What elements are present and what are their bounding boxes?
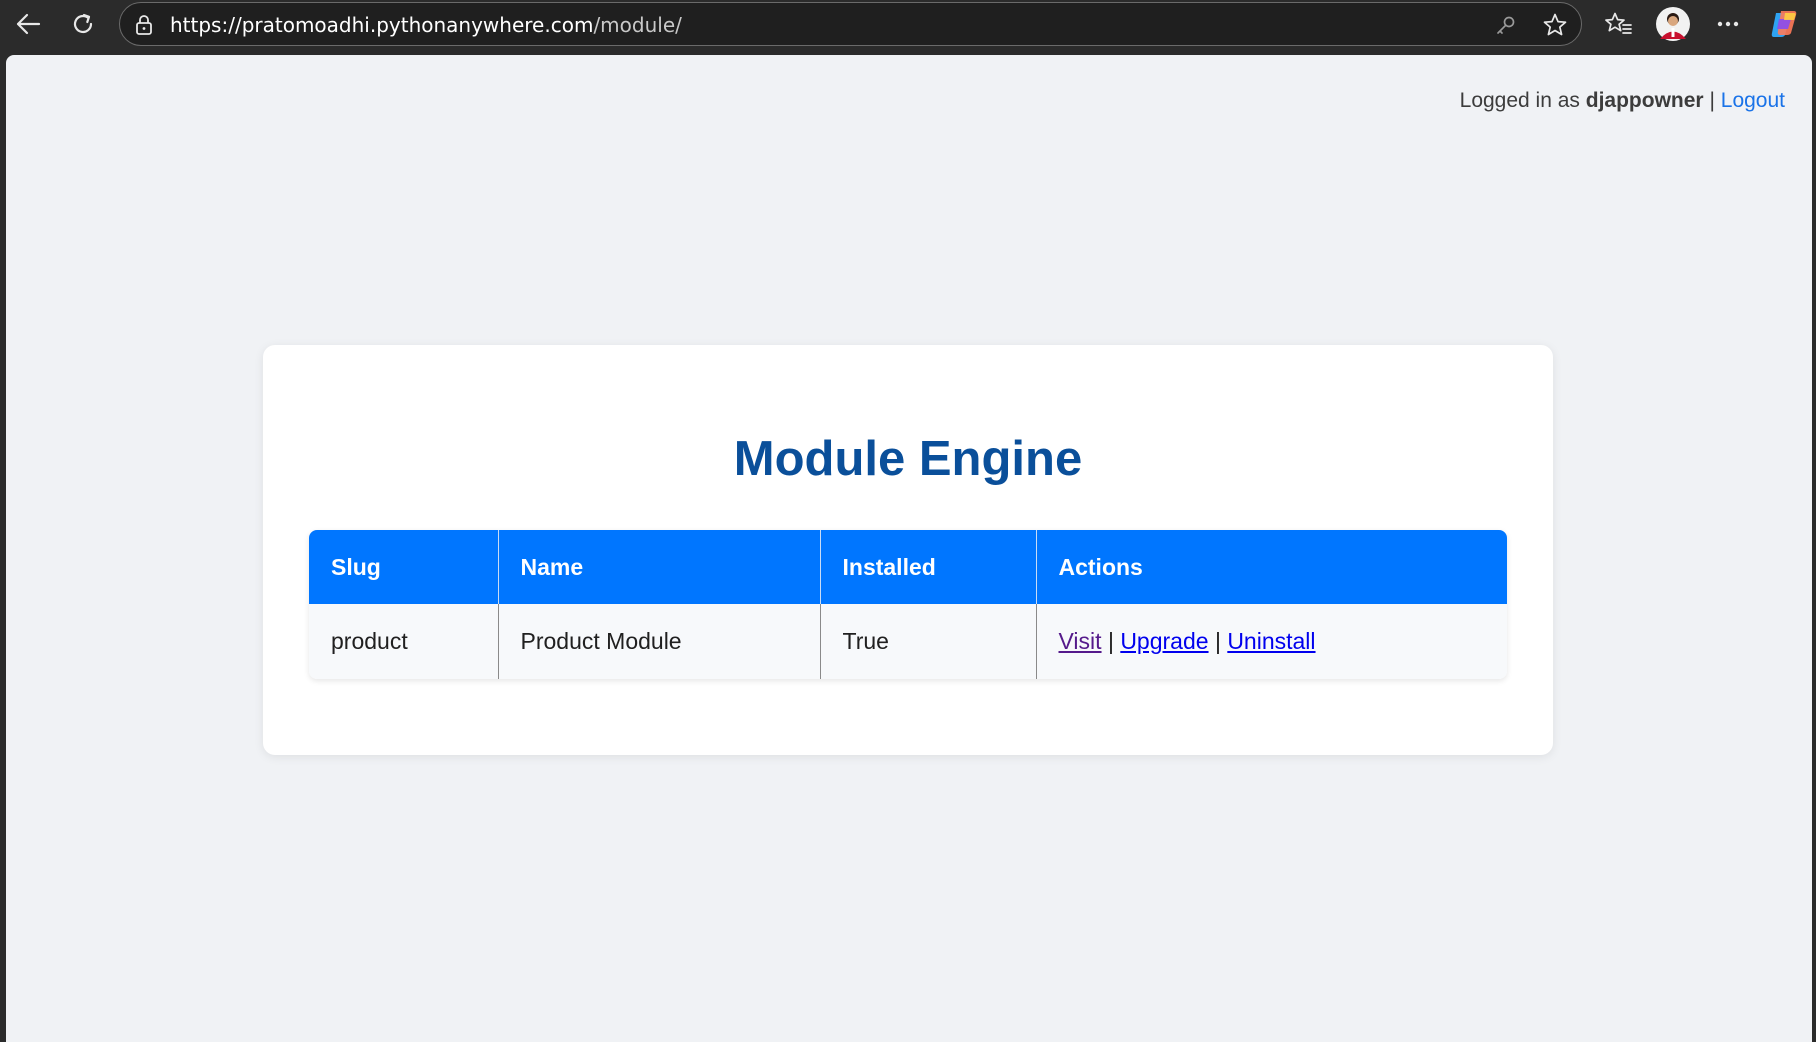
action-separator: | xyxy=(1107,628,1114,654)
table-header-row: Slug Name Installed Actions xyxy=(309,530,1507,604)
page-title: Module Engine xyxy=(733,432,1083,486)
profile-avatar[interactable] xyxy=(1653,4,1693,44)
star-icon[interactable] xyxy=(1542,12,1568,43)
column-header-slug: Slug xyxy=(309,530,499,604)
cell-slug: product xyxy=(309,604,499,679)
separator: | xyxy=(1709,89,1715,112)
address-bar[interactable]: https://pratomoadhi.pythonanywhere.com/m… xyxy=(119,2,1582,46)
lock-icon[interactable] xyxy=(134,14,154,41)
favorites-icon[interactable] xyxy=(1599,4,1639,44)
table-row: product Product Module True Visit | Upgr… xyxy=(309,604,1507,679)
more-icon[interactable] xyxy=(1708,4,1748,44)
logout-link[interactable]: Logout xyxy=(1721,89,1785,112)
column-header-actions: Actions xyxy=(1036,530,1507,604)
reload-icon[interactable] xyxy=(63,4,103,44)
column-header-name: Name xyxy=(498,530,821,604)
url-host: https://pratomoadhi.pythonanywhere.com xyxy=(170,13,594,37)
logged-in-label: Logged in as xyxy=(1459,89,1580,112)
upgrade-link[interactable]: Upgrade xyxy=(1120,628,1208,654)
module-table-wrapper: Slug Name Installed Actions product Prod… xyxy=(309,530,1507,679)
url-path: /module/ xyxy=(593,13,682,37)
user-info: Logged in as djappowner | Logout xyxy=(1460,89,1785,113)
page-viewport: Logged in as djappowner | Logout Module … xyxy=(6,55,1812,1042)
browser-toolbar: https://pratomoadhi.pythonanywhere.com/m… xyxy=(0,0,1816,54)
module-card: Module Engine Slug Name Installed Action… xyxy=(263,345,1553,755)
url-text[interactable]: https://pratomoadhi.pythonanywhere.com/m… xyxy=(170,14,682,36)
column-header-installed: Installed xyxy=(820,530,1037,604)
cell-actions: Visit | Upgrade | Uninstall xyxy=(1036,604,1507,679)
username: djappowner xyxy=(1585,89,1704,112)
key-icon[interactable] xyxy=(1494,13,1518,42)
module-table: Slug Name Installed Actions product Prod… xyxy=(309,530,1507,679)
copilot-icon[interactable] xyxy=(1764,4,1804,44)
back-arrow-icon[interactable] xyxy=(8,4,48,44)
cell-name: Product Module xyxy=(498,604,821,679)
uninstall-link[interactable]: Uninstall xyxy=(1227,628,1315,654)
visit-link[interactable]: Visit xyxy=(1059,628,1102,654)
cell-installed: True xyxy=(820,604,1037,679)
action-separator: | xyxy=(1214,628,1221,654)
